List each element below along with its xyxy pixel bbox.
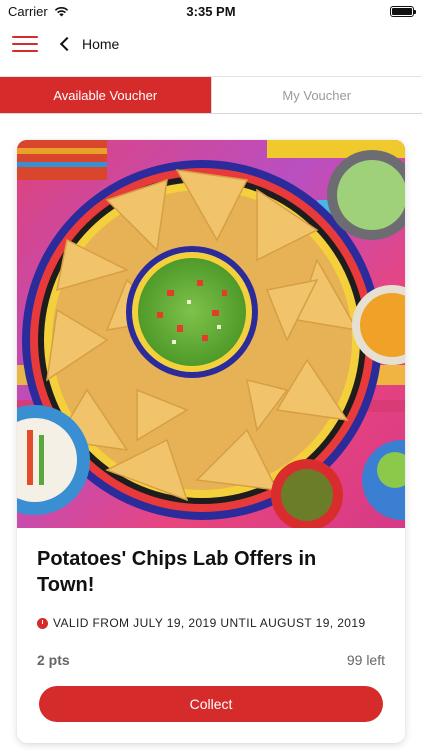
nav-bar: Home: [0, 22, 422, 66]
battery-level: [392, 7, 412, 15]
voucher-card[interactable]: Potatoes' Chips Lab Offers in Town! VALI…: [17, 140, 405, 743]
remaining-count: 99 left: [346, 652, 385, 668]
nav-title: Home: [82, 36, 120, 52]
validity-text: VALID FROM JULY 19, 2019 UNTIL AUGUST 19…: [53, 616, 366, 630]
menu-icon[interactable]: [12, 35, 38, 53]
meta-row: 2 pts 99 left: [37, 652, 385, 668]
voucher-tabs: Available Voucher My Voucher: [0, 76, 422, 114]
voucher-title: Potatoes' Chips Lab Offers in Town!: [37, 548, 317, 596]
chevron-left-icon: [59, 36, 75, 52]
wifi-icon: [54, 6, 68, 16]
tab-available-voucher[interactable]: Available Voucher: [0, 77, 211, 113]
status-bar: Carrier 3:35 PM: [0, 0, 422, 22]
status-left: Carrier: [8, 4, 69, 19]
back-button[interactable]: Home: [58, 36, 119, 52]
card-body: Potatoes' Chips Lab Offers in Town! VALI…: [17, 528, 405, 722]
screen: Carrier 3:35 PM Home Available Voucher M…: [0, 0, 422, 750]
points-value: 2 pts: [37, 652, 70, 668]
battery-icon: [390, 5, 416, 17]
carrier-label: Carrier: [8, 3, 48, 19]
alert-icon: [37, 617, 48, 629]
voucher-image: [17, 140, 405, 528]
tab-my-voucher[interactable]: My Voucher: [210, 77, 422, 113]
validity-row: VALID FROM JULY 19, 2019 UNTIL AUGUST 19…: [37, 616, 385, 630]
collect-button[interactable]: Collect: [39, 686, 383, 722]
